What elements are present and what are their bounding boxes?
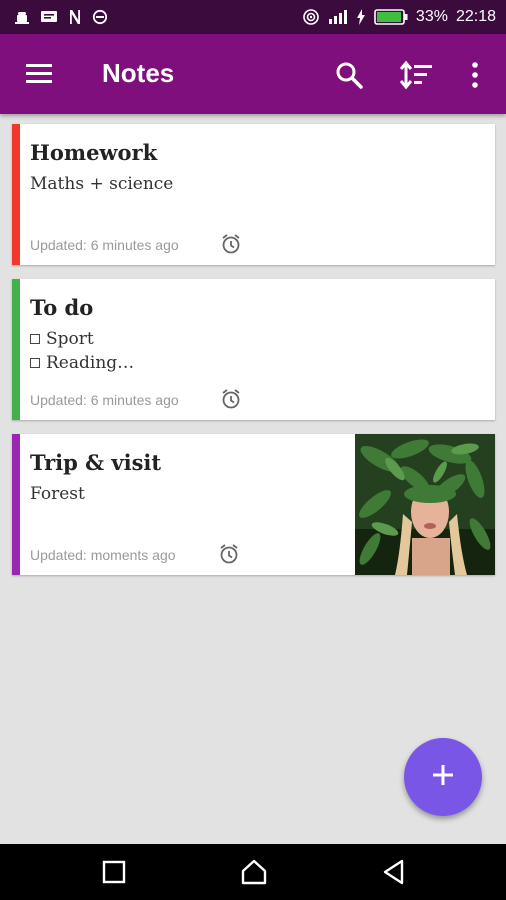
note-body: Sport Reading… — [30, 327, 134, 375]
block-icon — [92, 9, 108, 25]
signal-icon — [328, 9, 348, 25]
note-updated: Updated: moments ago — [30, 547, 176, 563]
note-updated: Updated: 6 minutes ago — [30, 392, 179, 408]
note-color-bar — [12, 279, 20, 420]
status-bar-right: 33% 22:18 — [302, 0, 496, 34]
note-card-trip[interactable]: Trip & visit Forest Updated: moments ago — [12, 434, 495, 575]
note-line: Maths + science — [30, 174, 174, 194]
recents-square-icon[interactable] — [100, 858, 128, 886]
note-body: Forest — [30, 482, 85, 506]
checklist-item[interactable]: Reading… — [30, 351, 134, 375]
note-photo — [355, 434, 495, 575]
checklist-item-label: Reading… — [46, 353, 135, 373]
note-title: Trip & visit — [30, 450, 162, 475]
alarm-icon[interactable] — [218, 543, 240, 565]
checklist-item-label: Sport — [46, 329, 94, 349]
checklist-item[interactable]: Sport — [30, 327, 134, 351]
alarm-icon[interactable] — [220, 388, 242, 410]
note-line: Forest — [30, 484, 85, 504]
system-nav-bar — [0, 844, 506, 900]
add-note-button[interactable] — [404, 738, 482, 816]
plus-icon — [431, 763, 455, 792]
clock: 22:18 — [455, 8, 496, 25]
home-icon[interactable] — [240, 858, 268, 886]
nfc-icon — [302, 8, 320, 26]
note-color-bar — [12, 434, 20, 575]
battery-percent: 33% — [415, 8, 448, 25]
status-bar: 33% 22:18 — [0, 0, 506, 34]
status-bar-left — [14, 0, 108, 34]
app-bar: Notes — [0, 34, 506, 114]
message-icon — [40, 9, 58, 25]
menu-icon[interactable] — [24, 60, 56, 88]
note-color-bar — [12, 124, 20, 265]
checkbox[interactable] — [30, 358, 40, 368]
charging-bolt-icon — [356, 9, 366, 25]
note-card-homework[interactable]: Homework Maths + science Updated: 6 minu… — [12, 124, 495, 265]
note-card-todo[interactable]: To do Sport Reading… Updated: 6 minutes … — [12, 279, 495, 420]
back-triangle-icon[interactable] — [380, 858, 408, 886]
note-updated: Updated: 6 minutes ago — [30, 237, 179, 253]
note-body: Maths + science — [30, 172, 173, 196]
n-letter-icon — [68, 9, 82, 25]
battery-icon — [374, 8, 408, 26]
more-vert-icon[interactable] — [466, 60, 484, 90]
checkbox[interactable] — [30, 334, 40, 344]
sort-icon[interactable] — [399, 60, 434, 90]
page-title: Notes — [102, 58, 175, 88]
alarm-icon[interactable] — [220, 233, 242, 255]
search-icon[interactable] — [334, 60, 364, 90]
note-title: Homework — [30, 140, 158, 165]
note-title: To do — [30, 295, 94, 320]
android-debug-icon — [14, 9, 30, 25]
